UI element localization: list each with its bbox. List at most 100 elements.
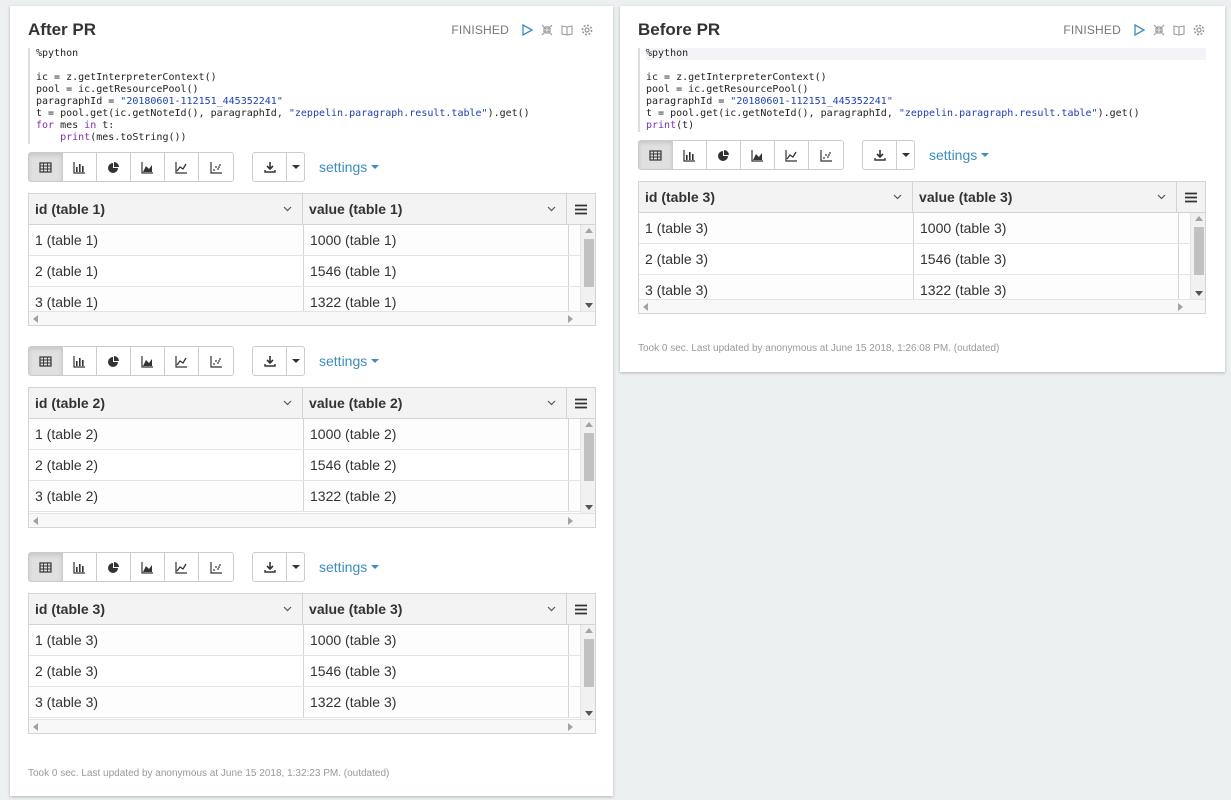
column-header[interactable]: value (table 3) [913,182,1178,212]
scroll-up-icon[interactable] [1195,216,1203,221]
settings-toggle[interactable]: settings [319,559,380,575]
column-header[interactable]: value (table 1) [303,194,568,224]
download-dropdown-toggle[interactable] [287,553,304,581]
line-chart-button[interactable] [775,141,809,169]
compress-icon[interactable] [1153,24,1165,36]
scroll-right-icon[interactable] [1178,303,1183,311]
bar-chart-button[interactable] [63,347,97,375]
pie-chart-button[interactable] [707,141,741,169]
bar-chart-button[interactable] [63,153,97,181]
table-cell[interactable]: 3 (table 3) [29,687,304,717]
book-icon[interactable] [561,24,573,36]
table-view-button[interactable] [29,153,63,181]
scrollbar-thumb[interactable] [584,639,594,687]
column-header[interactable]: value (table 2) [303,388,568,418]
area-chart-button[interactable] [741,141,775,169]
download-button[interactable] [253,347,287,375]
settings-toggle[interactable]: settings [319,353,380,369]
code-editor[interactable]: %python ic = z.getInterpreterContext() p… [638,48,1206,132]
table-cell[interactable]: 1322 (table 1) [304,287,569,311]
scatter-chart-button[interactable] [809,141,843,169]
chevron-down-icon[interactable] [283,204,292,213]
play-icon[interactable] [521,24,533,36]
scroll-up-icon[interactable] [585,422,593,427]
scroll-left-icon[interactable] [643,303,648,311]
play-icon[interactable] [1133,24,1145,36]
table-cell[interactable]: 1322 (table 2) [304,481,569,511]
column-header[interactable]: value (table 3) [303,594,568,624]
download-dropdown-toggle[interactable] [287,153,304,181]
scroll-down-icon[interactable] [1195,291,1203,296]
line-chart-button[interactable] [165,553,199,581]
pie-chart-button[interactable] [97,553,131,581]
scroll-right-icon[interactable] [568,315,573,323]
chevron-down-icon[interactable] [893,192,902,201]
horizontal-scrollbar[interactable] [29,719,595,733]
column-menu-button[interactable] [567,594,595,624]
scroll-down-icon[interactable] [585,303,593,308]
vertical-scrollbar[interactable] [580,625,595,719]
download-button[interactable] [253,153,287,181]
download-button[interactable] [253,553,287,581]
column-header[interactable]: id (table 3) [639,182,914,212]
table-cell[interactable]: 3 (table 3) [639,275,914,299]
table-cell[interactable]: 2 (table 3) [639,244,914,274]
chevron-down-icon[interactable] [1157,192,1166,201]
table-cell[interactable]: 2 (table 2) [29,450,304,480]
table-cell[interactable]: 1 (table 3) [639,213,914,243]
table-cell[interactable]: 3 (table 1) [29,287,304,311]
code-editor[interactable]: %python ic = z.getInterpreterContext() p… [28,48,596,144]
column-menu-button[interactable] [567,194,595,224]
table-view-button[interactable] [29,553,63,581]
scroll-left-icon[interactable] [33,315,38,323]
paragraph-title[interactable]: After PR [28,20,96,40]
table-cell[interactable]: 1000 (table 2) [304,419,569,449]
scroll-left-icon[interactable] [33,517,38,525]
bar-chart-button[interactable] [63,553,97,581]
table-cell[interactable]: 1000 (table 3) [304,625,569,655]
column-menu-button[interactable] [1177,182,1205,212]
horizontal-scrollbar[interactable] [639,299,1205,313]
table-cell[interactable]: 1000 (table 1) [304,225,569,255]
download-dropdown-toggle[interactable] [897,141,914,169]
download-dropdown-toggle[interactable] [287,347,304,375]
horizontal-scrollbar[interactable] [29,311,595,325]
line-chart-button[interactable] [165,153,199,181]
table-cell[interactable]: 1322 (table 3) [914,275,1179,299]
table-view-button[interactable] [29,347,63,375]
table-cell[interactable]: 2 (table 1) [29,256,304,286]
scatter-chart-button[interactable] [199,153,233,181]
table-cell[interactable]: 1 (table 3) [29,625,304,655]
line-chart-button[interactable] [165,347,199,375]
gear-icon[interactable] [581,24,593,36]
chevron-down-icon[interactable] [283,398,292,407]
table-cell[interactable]: 1546 (table 2) [304,450,569,480]
scrollbar-thumb[interactable] [584,433,594,481]
gear-icon[interactable] [1193,24,1205,36]
vertical-scrollbar[interactable] [580,419,595,513]
pie-chart-button[interactable] [97,347,131,375]
table-cell[interactable]: 1 (table 1) [29,225,304,255]
chevron-down-icon[interactable] [547,604,556,613]
paragraph-title[interactable]: Before PR [638,20,720,40]
book-icon[interactable] [1173,24,1185,36]
scroll-right-icon[interactable] [568,517,573,525]
download-button[interactable] [863,141,897,169]
table-cell[interactable]: 1322 (table 3) [304,687,569,717]
scroll-up-icon[interactable] [585,228,593,233]
column-menu-button[interactable] [567,388,595,418]
scrollbar-thumb[interactable] [1194,227,1204,275]
column-header[interactable]: id (table 2) [29,388,304,418]
scroll-up-icon[interactable] [585,628,593,633]
pie-chart-button[interactable] [97,153,131,181]
table-cell[interactable]: 3 (table 2) [29,481,304,511]
scroll-left-icon[interactable] [33,723,38,731]
scroll-down-icon[interactable] [585,711,593,716]
area-chart-button[interactable] [131,153,165,181]
scroll-right-icon[interactable] [568,723,573,731]
settings-toggle[interactable]: settings [319,159,380,175]
table-view-button[interactable] [639,141,673,169]
area-chart-button[interactable] [131,553,165,581]
table-cell[interactable]: 2 (table 3) [29,656,304,686]
chevron-down-icon[interactable] [547,204,556,213]
